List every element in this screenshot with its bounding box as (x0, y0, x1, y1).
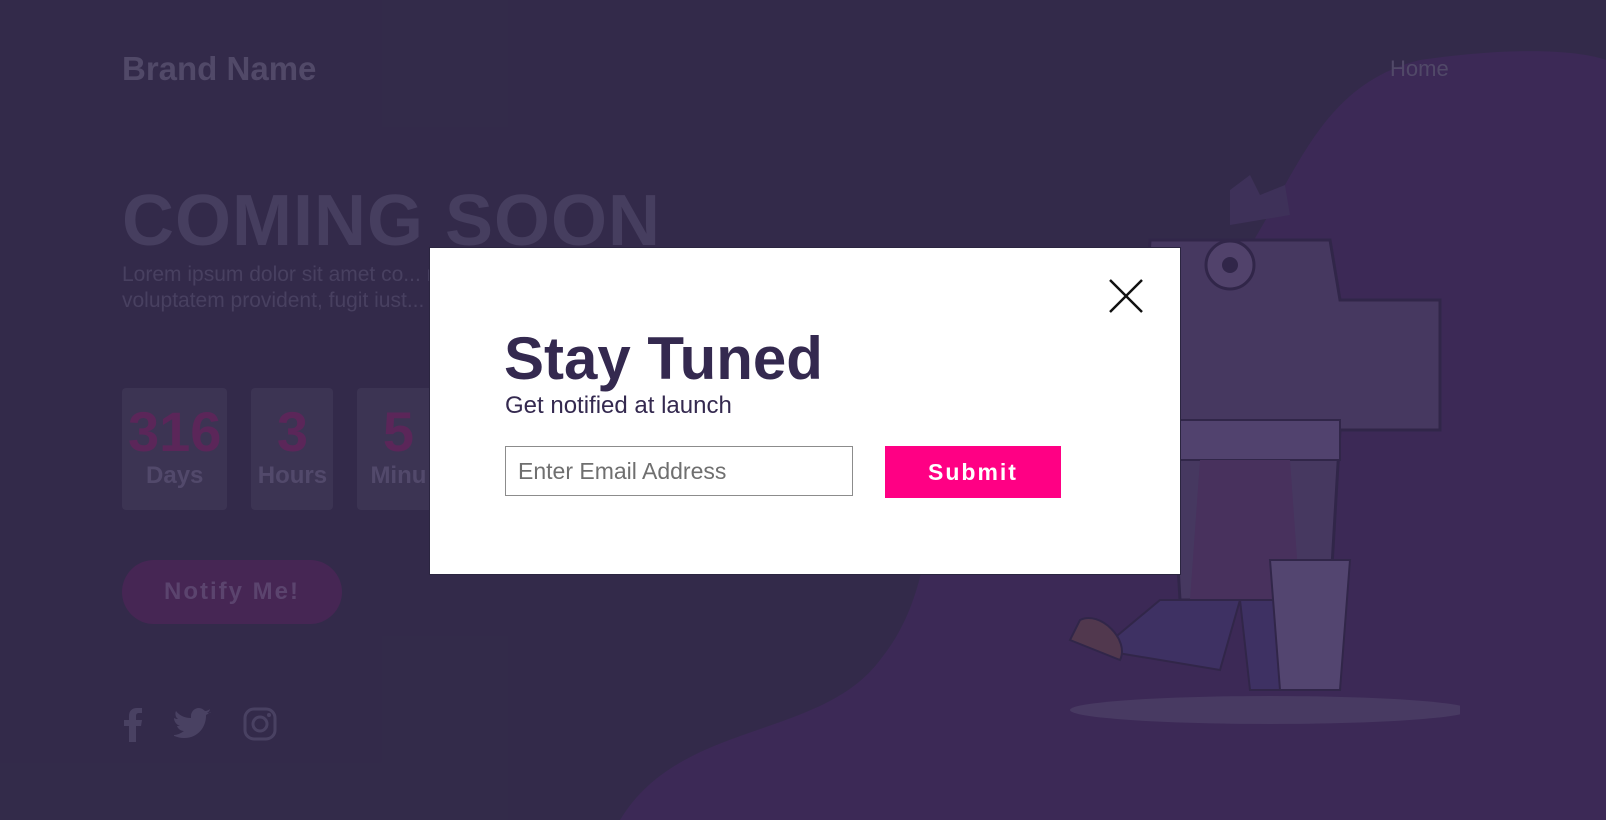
modal-subtitle: Get notified at launch (505, 392, 732, 419)
email-field[interactable] (505, 446, 853, 496)
close-icon[interactable] (1108, 278, 1144, 314)
modal-title: Stay Tuned (504, 325, 823, 392)
submit-button[interactable]: Submit (885, 446, 1061, 498)
subscribe-modal: Stay Tuned Get notified at launch Submit (429, 247, 1181, 575)
